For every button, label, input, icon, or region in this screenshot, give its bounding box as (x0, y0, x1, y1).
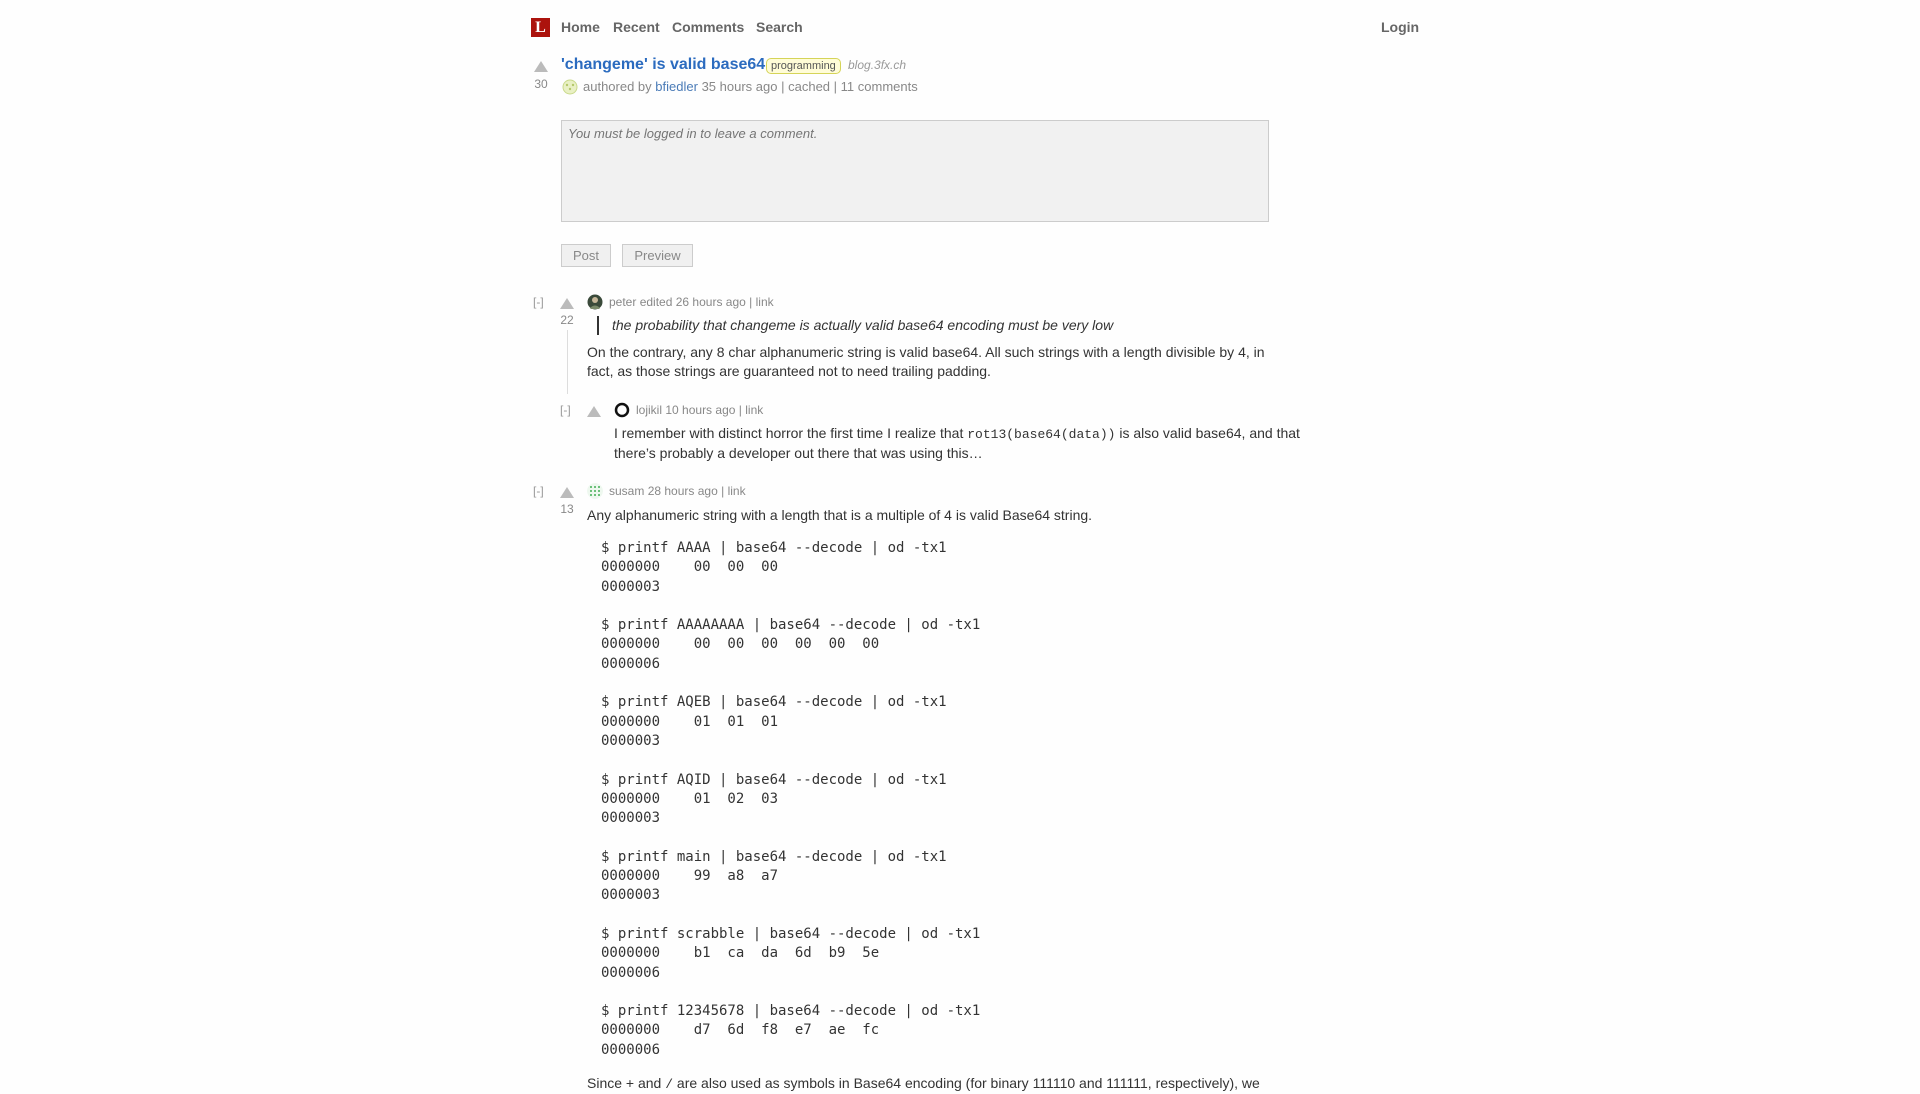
collapse-toggle[interactable]: [-] (560, 403, 571, 417)
comment-permalink[interactable]: link (756, 295, 774, 309)
comment-age: 10 hours ago (665, 403, 736, 417)
comment-author-link[interactable]: peter (609, 295, 636, 309)
comment-body-line: fact, as those strings are guaranteed no… (587, 363, 991, 379)
story-score: 30 (534, 77, 548, 91)
lojikil-avatar-icon[interactable] (614, 402, 630, 418)
preview-button[interactable]: Preview (622, 244, 693, 267)
page: L Home Recent Comments Search Login 30 '… (0, 0, 1920, 1092)
comment-body-line: Since + and / are also used as symbols i… (587, 1074, 1307, 1094)
upvote-arrow-icon[interactable] (534, 61, 548, 72)
separator: | (721, 484, 725, 498)
story-domain[interactable]: blog.3fx.ch (848, 58, 906, 72)
comment-body: I remember with distinct horror the firs… (614, 424, 1334, 463)
comment-body-line: On the contrary, any 8 char alphanumeric… (587, 344, 1265, 360)
comment-body: On the contrary, any 8 char alphanumeric… (587, 343, 1287, 381)
comment-meta: peter edited 26 hours ago | link (609, 295, 774, 309)
nav-comments[interactable]: Comments (672, 19, 744, 35)
comment-author-link[interactable]: lojikil (636, 403, 662, 417)
comment-score: 22 (560, 313, 574, 327)
inline-code: / (665, 1077, 674, 1092)
story-tag[interactable]: programming (766, 58, 841, 74)
upvote-arrow-icon[interactable] (560, 487, 574, 498)
cached-link[interactable]: cached (788, 79, 830, 94)
upvote-arrow-icon[interactable] (587, 406, 601, 417)
comment-age: 26 hours ago (675, 295, 746, 309)
separator: | (738, 403, 742, 417)
code-block: $ printf AAAA | base64 --decode | od -tx… (601, 540, 981, 1058)
authored-by-text: authored by (583, 79, 652, 94)
upvote-arrow-icon[interactable] (560, 298, 574, 309)
comment-meta: lojikil 10 hours ago | link (636, 403, 763, 417)
comment-text: Since + and (587, 1075, 666, 1091)
comment-text: is also valid base64, and that (1115, 425, 1300, 441)
comment-age: 28 hours ago (647, 484, 718, 498)
collapse-toggle[interactable]: [-] (533, 484, 544, 498)
thread-line (567, 330, 568, 394)
lobsters-logo[interactable]: L (531, 18, 550, 37)
comment-body-line: Any alphanumeric string with a length th… (587, 507, 1093, 523)
nav-home[interactable]: Home (561, 19, 600, 35)
collapse-toggle[interactable]: [-] (533, 295, 544, 309)
comment-permalink[interactable]: link (745, 403, 763, 417)
nav-recent[interactable]: Recent (613, 19, 660, 35)
comment-meta: susam 28 hours ago | link (609, 484, 746, 498)
author-link[interactable]: bfiedler (655, 79, 698, 94)
comment-blockquote: the probability that changeme is actuall… (597, 316, 1113, 335)
edited-label: edited (639, 295, 673, 309)
story-title-link[interactable]: 'changeme' is valid base64 (561, 56, 765, 74)
comment-text: I remember with distinct horror the firs… (614, 425, 968, 441)
nav-search[interactable]: Search (756, 19, 803, 35)
susam-avatar-icon[interactable] (587, 483, 603, 499)
comment-body-line: I remember with distinct horror the firs… (614, 424, 1334, 444)
peter-avatar-icon[interactable] (587, 294, 603, 310)
comments-count-link[interactable]: 11 comments (841, 79, 918, 94)
author-avatar-icon[interactable] (562, 79, 578, 95)
comment-author-link[interactable]: susam (609, 484, 644, 498)
story-byline: authored by bfiedler 35 hours ago | cach… (583, 79, 918, 94)
separator: | (833, 79, 838, 94)
post-button[interactable]: Post (561, 244, 611, 267)
comment-score: 13 (560, 502, 574, 516)
comment-body-line: there’s probably a developer out there t… (614, 445, 983, 461)
story-age: 35 hours ago (701, 79, 778, 94)
comment-textarea[interactable] (561, 120, 1269, 222)
comment-permalink[interactable]: link (728, 484, 746, 498)
inline-code: rot13(base64(data)) (967, 427, 1116, 442)
separator: | (781, 79, 785, 94)
separator: | (749, 295, 753, 309)
login-link[interactable]: Login (1381, 19, 1419, 35)
comment-text: are also used as symbols in Base64 encod… (673, 1075, 1260, 1091)
